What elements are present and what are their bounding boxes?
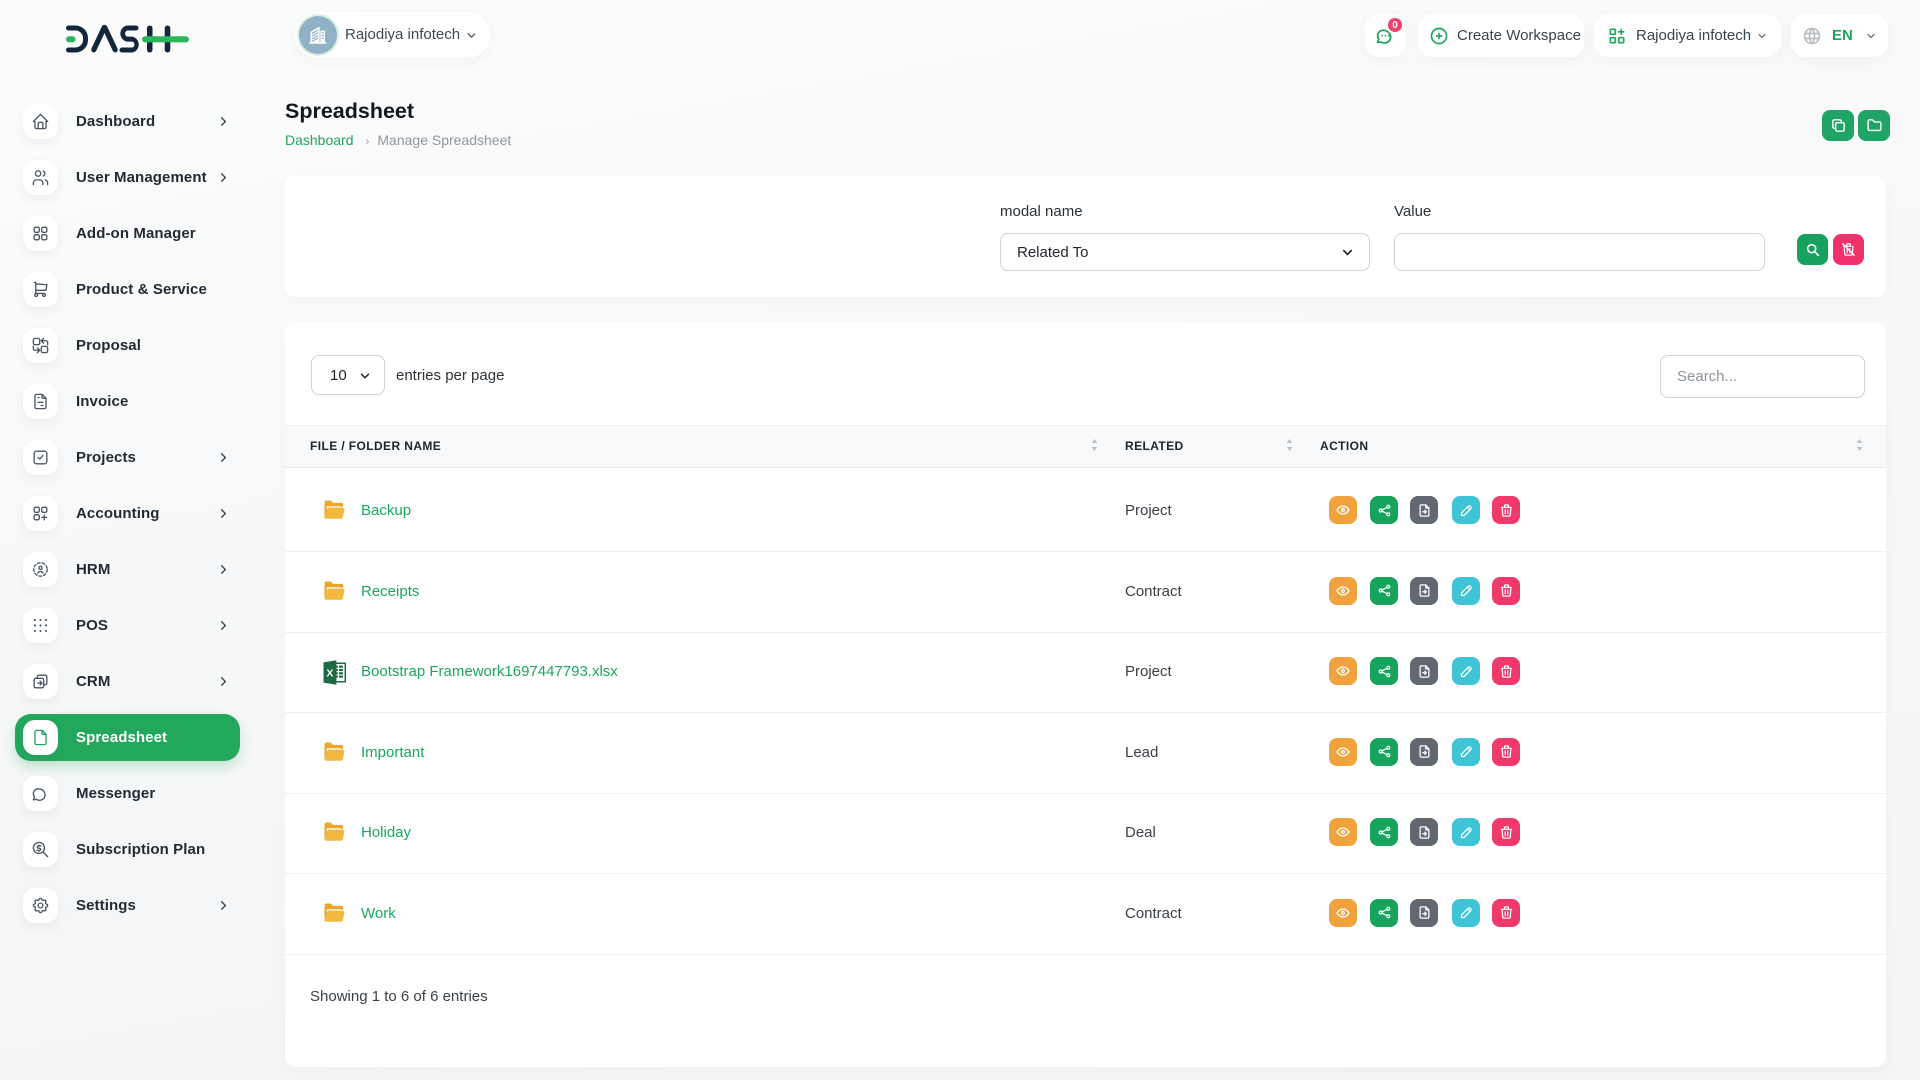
svg-text:X: X [326, 668, 333, 680]
